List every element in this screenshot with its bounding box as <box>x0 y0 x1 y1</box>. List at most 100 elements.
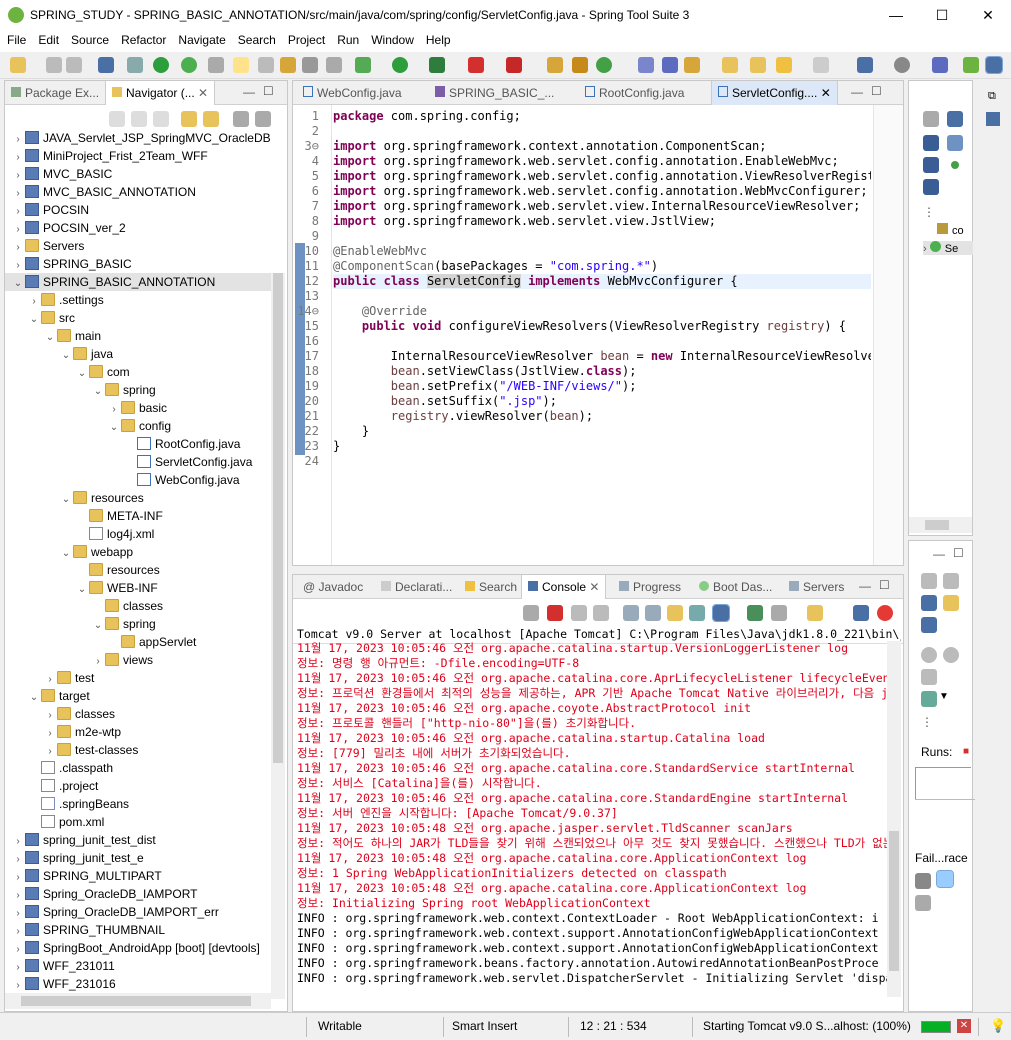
tree-item[interactable]: resources <box>5 561 271 579</box>
tab-javadoc[interactable]: @ Javadoc <box>297 575 369 599</box>
task-list-icon[interactable] <box>986 112 1000 126</box>
code-line[interactable]: 12 public class ServletConfig implements … <box>293 274 871 289</box>
history-icon[interactable] <box>921 617 937 633</box>
tree-item[interactable]: › MVC_BASIC_ANNOTATION <box>5 183 271 201</box>
tree-item[interactable]: › WFF_231016 <box>5 975 271 993</box>
tree-item[interactable]: › spring_junit_test_dist <box>5 831 271 849</box>
more-icon[interactable]: ⋮ <box>923 205 935 219</box>
pilcrow-icon[interactable] <box>326 57 342 73</box>
minimize-view-icon[interactable]: — <box>851 85 863 99</box>
menu-search[interactable]: Search <box>231 30 281 47</box>
code-line[interactable]: 1 package com.spring.config; <box>293 109 871 124</box>
tree-scroll-thumb[interactable] <box>273 273 283 763</box>
code-line[interactable]: 21 registry.viewResolver(bean); <box>293 409 871 424</box>
code-line[interactable]: 19 bean.setPrefix("/WEB-INF/views/"); <box>293 379 871 394</box>
tab-declaration[interactable]: Declarati... <box>375 575 458 599</box>
copy-trace-icon[interactable] <box>915 895 931 911</box>
tree-item[interactable]: › SPRING_THUMBNAIL <box>5 921 271 939</box>
code-line[interactable]: 8 import org.springframework.web.servlet.… <box>293 214 871 229</box>
previous-failure-icon[interactable] <box>943 573 959 589</box>
tab-spring-basic[interactable]: SPRING_BASIC_... <box>429 81 560 105</box>
clear-console-icon[interactable] <box>623 605 639 621</box>
tab-package-explorer[interactable]: Package Ex... <box>5 81 105 105</box>
minimize-view-icon[interactable]: — <box>933 547 945 561</box>
toolbar-icon-10[interactable] <box>853 605 869 621</box>
outline-item-package[interactable]: co <box>937 223 964 237</box>
menu-edit[interactable]: Edit <box>31 30 64 47</box>
skip-breakpoints-icon[interactable] <box>127 57 143 73</box>
toolbar-icon-12[interactable] <box>947 111 963 127</box>
tree-item[interactable]: ⌄ webapp <box>5 543 271 561</box>
code-line[interactable]: 16 <box>293 334 871 349</box>
toolbar-icon-7[interactable] <box>684 57 700 73</box>
tree-item[interactable]: ⌄ SPRING_BASIC_ANNOTATION <box>5 273 271 291</box>
stop-icon[interactable] <box>468 57 484 73</box>
terminate-icon[interactable] <box>547 605 563 621</box>
code-line[interactable]: 22 } <box>293 424 871 439</box>
save-icon[interactable] <box>46 57 62 73</box>
tree-item[interactable]: › test-classes <box>5 741 271 759</box>
tree-item[interactable]: .project <box>5 777 271 795</box>
code-line[interactable]: 4 import org.springframework.web.servlet.… <box>293 154 871 169</box>
tab-servletconfig[interactable]: ServletConfig.... ✕ <box>711 81 838 105</box>
tree-item[interactable]: WebConfig.java <box>5 471 271 489</box>
console-icon[interactable] <box>98 57 114 73</box>
java-perspective-icon[interactable] <box>985 56 1003 74</box>
rerun-failed-icon[interactable] <box>943 647 959 663</box>
last-edit-icon[interactable] <box>750 57 766 73</box>
show-failures-icon[interactable] <box>921 595 937 611</box>
more-icon[interactable]: ⋮ <box>921 715 933 729</box>
scroll-lock-icon[interactable] <box>645 605 661 621</box>
tree-item[interactable]: .classpath <box>5 759 271 777</box>
toolbar-icon-5[interactable] <box>572 57 588 73</box>
code-line[interactable]: 3⊖ import org.springframework.context.ann… <box>293 139 871 154</box>
tab-progress[interactable]: Progress <box>613 575 687 599</box>
tree-item[interactable]: › m2e-wtp <box>5 723 271 741</box>
tree-item[interactable]: › Servers <box>5 237 271 255</box>
open-console-icon[interactable] <box>771 605 787 621</box>
tree-item[interactable]: ⌄ com <box>5 363 271 381</box>
tree-item[interactable]: › SPRING_BASIC <box>5 255 271 273</box>
cancel-operation-icon[interactable]: ✕ <box>957 1019 971 1033</box>
tree-item[interactable]: ⌄ spring <box>5 615 271 633</box>
code-line[interactable]: 17 InternalResourceViewResolver bean = n… <box>293 349 871 364</box>
code-line[interactable]: 24 <box>293 454 871 469</box>
hide-non-public-icon[interactable] <box>951 161 959 169</box>
back-icon[interactable] <box>776 57 792 73</box>
new-icon[interactable] <box>10 57 26 73</box>
search-icon[interactable] <box>894 57 910 73</box>
tree-item[interactable]: › WFF_231011 <box>5 957 271 975</box>
layout-icon[interactable] <box>921 691 937 707</box>
remove-all-icon[interactable] <box>593 605 609 621</box>
sort-icon[interactable] <box>923 135 939 151</box>
tomcat-icon[interactable] <box>877 605 893 621</box>
code-line[interactable]: 7 import org.springframework.web.servlet.… <box>293 199 871 214</box>
code-line[interactable]: 15 public void configureViewResolvers(Vi… <box>293 319 871 334</box>
toolbar-icon-4[interactable] <box>302 57 318 73</box>
debug-icon[interactable] <box>355 57 371 73</box>
menu-help[interactable]: Help <box>419 30 456 47</box>
tree-item[interactable]: log4j.xml <box>5 525 271 543</box>
tree-item[interactable]: › POCSIN_ver_2 <box>5 219 271 237</box>
minimize-view-icon[interactable]: — <box>243 85 255 99</box>
tree-item[interactable]: › views <box>5 651 271 669</box>
menu-source[interactable]: Source <box>64 30 114 47</box>
run-icon[interactable] <box>392 57 408 73</box>
code-editor[interactable]: 1 package com.spring.config; 2 3⊖ import org… <box>293 109 871 563</box>
tree-item[interactable]: ⌄ src <box>5 309 271 327</box>
hide-static-icon[interactable] <box>923 157 939 173</box>
tree-item[interactable]: › MVC_BASIC <box>5 165 271 183</box>
menu-refactor[interactable]: Refactor <box>114 30 171 47</box>
filter-stack-icon[interactable] <box>915 873 931 889</box>
tree-item[interactable]: › spring_junit_test_e <box>5 849 271 867</box>
tab-console[interactable]: Console ✕ <box>521 575 607 599</box>
tree-vertical-scrollbar[interactable] <box>271 273 285 999</box>
tree-item[interactable]: › basic <box>5 399 271 417</box>
tree-item[interactable]: › JAVA_Servlet_JSP_SpringMVC_OracleDB <box>5 129 271 147</box>
menu-file[interactable]: File <box>0 30 31 47</box>
open-type-icon[interactable] <box>638 57 654 73</box>
hide-local-types-icon[interactable] <box>923 179 939 195</box>
maximize-view-icon[interactable]: ☐ <box>953 546 964 560</box>
tree-item[interactable]: ⌄ target <box>5 687 271 705</box>
tree-item[interactable]: › SpringBoot_AndroidApp [boot] [devtools] <box>5 939 271 957</box>
